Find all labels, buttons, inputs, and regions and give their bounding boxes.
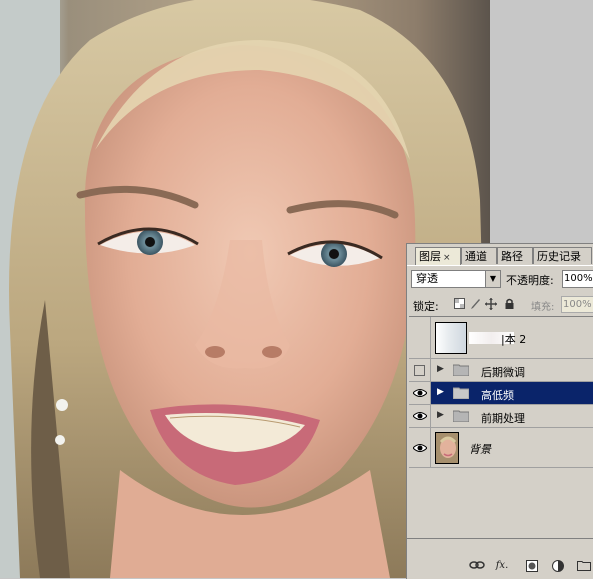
expand-triangle-icon[interactable]: ▶ [437,410,444,420]
layer-name[interactable]: 后期微调 [481,364,525,380]
lock-fill-row: 锁定: 填充: 100% [411,296,593,314]
lock-transparent-icon[interactable] [453,298,465,310]
folder-icon [453,387,469,399]
layers-empty-area [409,468,593,537]
layer-row-background[interactable]: 背景 [409,428,593,468]
layer-name[interactable]: |本 2 [501,331,526,347]
layer-row-group-freq[interactable]: ▶ 高低频 [409,382,593,405]
blend-mode-value: 穿透 [416,272,438,285]
tab-paths-label: 路径 [501,250,523,263]
opacity-label: 不透明度: [506,274,554,287]
tab-divider [407,265,593,266]
link-icon[interactable] [469,560,485,572]
expand-triangle-icon[interactable]: ▶ [437,387,444,397]
layer-row-group-late[interactable]: ▶ 后期微调 [409,359,593,382]
opacity-input[interactable]: 100% [562,270,593,288]
tab-layers[interactable]: 图层 × [415,247,461,265]
panel-tabs: 图层 × 通道 路径 历史记录 [409,247,593,265]
visibility-toggle[interactable] [409,382,431,404]
layer-row-copy2[interactable]: |本 2 [409,317,593,359]
fx-icon[interactable]: fx. [495,560,509,572]
folder-icon [453,364,469,376]
visibility-toggle[interactable] [409,405,431,427]
mask-icon[interactable] [525,560,539,572]
hidden-box-icon [414,365,425,376]
visibility-toggle[interactable] [409,428,431,467]
tab-channels[interactable]: 通道 [461,247,497,264]
layers-panel: 图层 × 通道 路径 历史记录 穿透 ▼ 不透明度: 100% 锁定: 填充: … [406,243,593,579]
eye-icon [413,389,427,397]
tab-channels-label: 通道 [465,250,487,263]
expand-triangle-icon[interactable]: ▶ [437,364,444,374]
fill-label: 填充: [531,302,555,313]
layer-thumbnail [435,322,467,354]
blend-opacity-row: 穿透 ▼ 不透明度: 100% [411,270,593,290]
eye-icon [413,412,427,420]
layer-name[interactable]: 前期处理 [481,410,525,426]
layer-row-group-early[interactable]: ▶ 前期处理 [409,405,593,428]
visibility-toggle[interactable] [409,317,431,358]
tab-paths[interactable]: 路径 [497,247,533,264]
layers-bottom-toolbar: fx. [407,538,593,579]
layers-list: |本 2 ▶ 后期微调 ▶ 高低频 ▶ 前期处理 背景 [409,316,593,537]
blend-mode-select[interactable]: 穿透 ▼ [411,270,501,288]
tab-layers-label: 图层 [419,250,441,263]
layer-name[interactable]: 背景 [469,441,491,457]
close-icon[interactable]: × [443,253,451,263]
folder-icon [453,410,469,422]
move-icon[interactable] [485,298,497,310]
new-group-icon[interactable] [577,560,591,572]
adjustment-icon[interactable] [551,560,565,572]
brush-icon[interactable] [469,298,481,310]
dropdown-arrow-icon[interactable]: ▼ [485,271,500,287]
layer-thumbnail [435,432,459,464]
layer-name[interactable]: 高低频 [481,387,514,403]
lock-label: 锁定: [413,300,439,313]
eye-icon [413,444,427,452]
tab-history[interactable]: 历史记录 [533,247,592,264]
visibility-toggle[interactable] [409,359,431,381]
fill-input[interactable]: 100% [561,296,593,313]
lock-icon[interactable] [503,298,515,310]
tab-history-label: 历史记录 [537,250,581,263]
